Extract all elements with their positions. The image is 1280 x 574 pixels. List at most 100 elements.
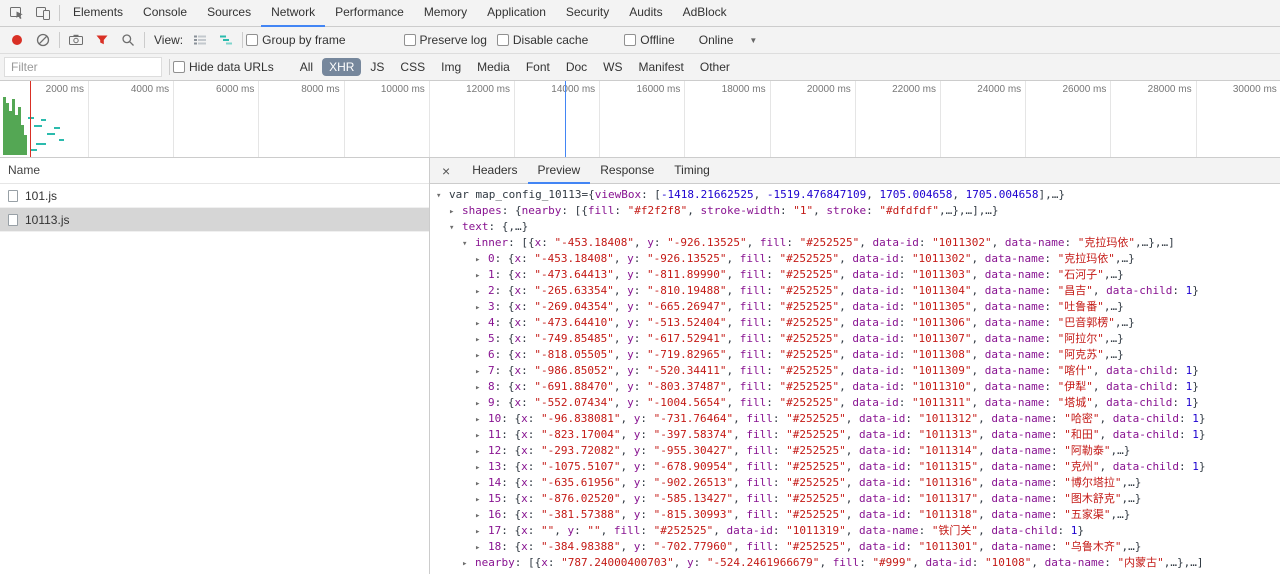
tree-line[interactable]: ▸ 15: {x: "-876.02520", y: "-585.13427", … (430, 491, 1280, 507)
show-overview-button[interactable] (213, 27, 239, 53)
tab-audits[interactable]: Audits (619, 0, 672, 27)
tab-console[interactable]: Console (133, 0, 197, 27)
filter-button[interactable] (89, 27, 115, 53)
filter-input[interactable] (4, 57, 162, 77)
filter-type-ws[interactable]: WS (596, 58, 629, 76)
collapse-arrow-icon[interactable]: ▾ (436, 188, 449, 204)
expand-arrow-icon[interactable]: ▸ (475, 252, 488, 268)
tree-line[interactable]: ▸ 5: {x: "-749.85485", y: "-617.52941", f… (430, 331, 1280, 347)
detail-tab-headers[interactable]: Headers (462, 158, 527, 184)
tree-line[interactable]: ▸ 14: {x: "-635.61956", y: "-902.26513", … (430, 475, 1280, 491)
request-row[interactable]: 10113.js (0, 208, 429, 232)
tree-line[interactable]: ▾ inner: [{x: "-453.18408", y: "-926.1352… (430, 235, 1280, 251)
preserve-log-checkbox[interactable]: Preserve log (403, 33, 487, 47)
tree-line[interactable]: ▸ 8: {x: "-691.88470", y: "-803.37487", f… (430, 379, 1280, 395)
hide-data-urls-checkbox[interactable]: Hide data URLs (173, 60, 274, 74)
tree-line[interactable]: ▸ nearby: [{x: "787.24000400703", y: "-52… (430, 555, 1280, 571)
tab-performance[interactable]: Performance (325, 0, 414, 27)
tree-line[interactable]: ▸ 17: {x: "", y: "", fill: "#252525", dat… (430, 523, 1280, 539)
expand-arrow-icon[interactable]: ▸ (475, 348, 488, 364)
expand-arrow-icon[interactable]: ▸ (475, 396, 488, 412)
expand-arrow-icon[interactable]: ▸ (475, 476, 488, 492)
disable-cache-checkbox[interactable]: Disable cache (496, 33, 588, 47)
tree-line[interactable]: ▸ 18: {x: "-384.98388", y: "-702.77960", … (430, 539, 1280, 555)
tree-line[interactable]: ▾ var map_config_10113={viewBox: [-1418.2… (430, 187, 1280, 203)
tree-line[interactable]: ▸ 3: {x: "-269.04354", y: "-665.26947", f… (430, 299, 1280, 315)
tree-line[interactable]: ▸ 16: {x: "-381.57388", y: "-815.30993", … (430, 507, 1280, 523)
offline-checkbox[interactable]: Offline (624, 33, 675, 47)
token: : (772, 444, 787, 457)
expand-arrow-icon[interactable]: ▸ (475, 428, 488, 444)
token: "1011309" (911, 364, 972, 377)
request-name: 10113.js (25, 212, 70, 227)
filter-type-all[interactable]: All (293, 58, 320, 76)
filter-type-media[interactable]: Media (470, 58, 517, 76)
filter-type-xhr[interactable]: XHR (322, 58, 362, 76)
collapse-arrow-icon[interactable]: ▾ (462, 236, 475, 252)
group-by-frame-checkbox[interactable]: Group by frame (246, 33, 346, 47)
detail-tab-response[interactable]: Response (590, 158, 664, 184)
expand-arrow-icon[interactable]: ▸ (475, 444, 488, 460)
tab-security[interactable]: Security (556, 0, 619, 27)
filter-type-js[interactable]: JS (363, 58, 391, 76)
tree-line[interactable]: ▸ 1: {x: "-473.64413", y: "-811.89990", f… (430, 267, 1280, 283)
expand-arrow-icon[interactable]: ▸ (475, 524, 488, 540)
detail-tab-preview[interactable]: Preview (527, 158, 591, 184)
token: , (620, 444, 634, 457)
expand-arrow-icon[interactable]: ▸ (475, 508, 488, 524)
expand-arrow-icon[interactable]: ▸ (475, 492, 488, 508)
timeline-overview[interactable]: 2000 ms 4000 ms 6000 ms 8000 ms 10000 ms 1200… (0, 81, 1280, 158)
tree-line[interactable]: ▸ 10: {x: "-96.838081", y: "-731.76464", … (430, 411, 1280, 427)
expand-arrow-icon[interactable]: ▸ (462, 556, 475, 572)
tab-adblock[interactable]: AdBlock (673, 0, 737, 27)
detail-tab-timing[interactable]: Timing (664, 158, 720, 184)
filter-type-font[interactable]: Font (519, 58, 557, 76)
expand-arrow-icon[interactable]: ▸ (475, 284, 488, 300)
record-button[interactable] (4, 27, 30, 53)
tree-line[interactable]: ▸ 4: {x: "-473.64410", y: "-513.52404", f… (430, 315, 1280, 331)
token: "1011316" (918, 476, 979, 489)
filter-type-doc[interactable]: Doc (559, 58, 594, 76)
capture-screenshots-button[interactable] (63, 27, 89, 53)
filter-type-manifest[interactable]: Manifest (632, 58, 691, 76)
use-large-rows-button[interactable] (187, 27, 213, 53)
expand-arrow-icon[interactable]: ▸ (475, 316, 488, 332)
throttling-select[interactable]: Online ▼ (699, 33, 758, 47)
collapse-arrow-icon[interactable]: ▾ (449, 220, 462, 236)
name-column-header[interactable]: Name (0, 158, 429, 184)
expand-arrow-icon[interactable]: ▸ (475, 460, 488, 476)
expand-arrow-icon[interactable]: ▸ (475, 380, 488, 396)
tree-line[interactable]: ▸ 7: {x: "-986.85052", y: "-520.34411", f… (430, 363, 1280, 379)
token: -1418.21662525 (660, 188, 754, 201)
close-button[interactable]: × (430, 163, 462, 179)
tab-network[interactable]: Network (261, 0, 326, 27)
filter-type-other[interactable]: Other (693, 58, 737, 76)
tree-line[interactable]: ▸ shapes: {nearby: [{fill: "#f2f2f8", str… (430, 203, 1280, 219)
filter-type-img[interactable]: Img (434, 58, 468, 76)
tab-application[interactable]: Application (477, 0, 556, 27)
request-row[interactable]: 101.js (0, 184, 429, 208)
expand-arrow-icon[interactable]: ▸ (449, 204, 462, 220)
tree-line[interactable]: ▸ 9: {x: "-552.07434", y: "-1004.5654", f… (430, 395, 1280, 411)
tree-line[interactable]: ▸ 11: {x: "-823.17004", y: "-397.58374", … (430, 427, 1280, 443)
expand-arrow-icon[interactable]: ▸ (475, 540, 488, 556)
expand-arrow-icon[interactable]: ▸ (475, 364, 488, 380)
expand-arrow-icon[interactable]: ▸ (475, 300, 488, 316)
tab-sources[interactable]: Sources (197, 0, 261, 27)
clear-button[interactable] (30, 27, 56, 53)
expand-arrow-icon[interactable]: ▸ (475, 332, 488, 348)
filter-type-css[interactable]: CSS (393, 58, 432, 76)
tree-line[interactable]: ▾ text: {,…} (430, 219, 1280, 235)
search-button[interactable] (115, 27, 141, 53)
inspect-element-button[interactable] (4, 0, 30, 26)
tree-line[interactable]: ▸ 0: {x: "-453.18408", y: "-926.13525", f… (430, 251, 1280, 267)
tab-memory[interactable]: Memory (414, 0, 477, 27)
toggle-device-toolbar-button[interactable] (30, 0, 56, 26)
tree-line[interactable]: ▸ 12: {x: "-293.72082", y: "-955.30427", … (430, 443, 1280, 459)
tree-line[interactable]: ▸ 6: {x: "-818.05505", y: "-719.82965", f… (430, 347, 1280, 363)
tab-elements[interactable]: Elements (63, 0, 133, 27)
tree-line[interactable]: ▸ 13: {x: "-1075.5107", y: "-678.90954", … (430, 459, 1280, 475)
tree-line[interactable]: ▸ 2: {x: "-265.63354", y: "-810.19488", f… (430, 283, 1280, 299)
expand-arrow-icon[interactable]: ▸ (475, 412, 488, 428)
expand-arrow-icon[interactable]: ▸ (475, 268, 488, 284)
